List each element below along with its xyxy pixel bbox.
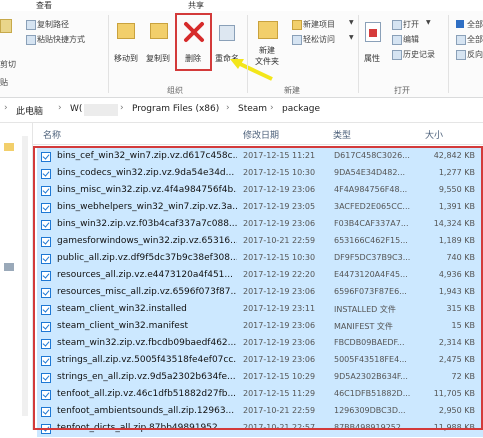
column-header: 名称 修改日期 类型 大小 xyxy=(33,124,483,145)
column-date-modified[interactable]: 修改日期 xyxy=(243,128,279,141)
drive-icon xyxy=(4,263,14,271)
easy-access-icon xyxy=(292,35,302,45)
move-to-button[interactable]: 移动到 xyxy=(108,53,144,64)
tab-view[interactable]: 查看 xyxy=(36,0,52,11)
copy-path-button[interactable]: 复制路径 xyxy=(37,19,69,30)
select-all-button[interactable]: 全部 xyxy=(467,19,483,30)
new-item-icon xyxy=(292,20,302,30)
redacted-area xyxy=(84,104,118,116)
copy-to-icon xyxy=(150,23,168,39)
cut-fragment-label[interactable]: 剪切 xyxy=(0,59,16,70)
open-button[interactable]: 打开 xyxy=(403,19,419,30)
column-type[interactable]: 类型 xyxy=(333,128,351,141)
copy-path-icon xyxy=(26,20,36,30)
select-all-icon xyxy=(456,20,464,28)
chevron-down-icon: ▼ xyxy=(349,19,354,26)
history-icon xyxy=(392,50,402,60)
copy-to-button[interactable]: 复制到 xyxy=(140,53,176,64)
column-name[interactable]: 名称 xyxy=(43,128,61,141)
invert-selection-button[interactable]: 反向 xyxy=(467,49,483,60)
column-size[interactable]: 大小 xyxy=(425,128,443,141)
delete-x-icon xyxy=(183,21,205,43)
paste-shortcut-icon xyxy=(26,35,36,45)
breadcrumb-steam[interactable]: Steam xyxy=(238,104,267,114)
tab-share[interactable]: 共享 xyxy=(188,0,204,11)
nav-scrollbar[interactable] xyxy=(22,136,28,416)
chevron-right-icon: › xyxy=(4,103,8,113)
breadcrumb-program-files[interactable]: Program Files (x86) xyxy=(132,104,219,114)
clipboard-icon xyxy=(0,19,12,33)
new-item-button[interactable]: 新建项目 xyxy=(303,19,335,30)
breadcrumb-drive[interactable]: W( xyxy=(70,104,82,114)
folder-icon xyxy=(4,143,14,151)
breadcrumb-package[interactable]: package xyxy=(282,104,320,114)
delete-button[interactable]: 删除 xyxy=(177,53,209,64)
breadcrumb-this-pc[interactable]: 此电脑 xyxy=(16,104,43,117)
select-none-icon xyxy=(456,35,466,45)
chevron-right-icon: › xyxy=(270,103,274,113)
easy-access-button[interactable]: 轻松访问 xyxy=(303,34,335,45)
move-to-icon xyxy=(117,23,135,39)
edit-button[interactable]: 编辑 xyxy=(403,34,419,45)
navigation-pane[interactable] xyxy=(0,123,33,430)
invert-selection-icon xyxy=(456,50,466,60)
properties-icon xyxy=(365,22,381,42)
rename-icon xyxy=(219,25,235,41)
address-bar[interactable]: › 此电脑 › W( › Program Files (x86) › Steam… xyxy=(0,98,483,123)
new-folder-button[interactable]: 新建 文件夹 xyxy=(249,45,285,67)
ribbon-separator xyxy=(448,15,449,93)
organize-group-label: 组织 xyxy=(167,86,183,95)
history-button[interactable]: 历史记录 xyxy=(403,49,435,60)
chevron-down-icon: ▼ xyxy=(349,34,354,41)
ribbon-separator xyxy=(358,15,359,93)
ribbon: 复制路径 粘贴快捷方式 剪切 贴 移动到 复制到 删除 重命名 组织 新建 文件… xyxy=(0,11,483,98)
chevron-down-icon: ▼ xyxy=(426,19,431,26)
paste-fragment-label[interactable]: 贴 xyxy=(0,77,8,88)
ribbon-tab-bar: 共享 查看 xyxy=(0,0,483,11)
properties-button[interactable]: 属性 xyxy=(360,53,384,64)
ribbon-separator xyxy=(247,15,248,93)
chevron-right-icon: › xyxy=(226,103,230,113)
paste-shortcut-button[interactable]: 粘贴快捷方式 xyxy=(37,34,85,45)
new-group-label: 新建 xyxy=(284,86,300,95)
edit-icon xyxy=(392,35,402,45)
select-none-button[interactable]: 全部 xyxy=(467,34,483,45)
open-group-label: 打开 xyxy=(394,86,410,95)
file-list-highlight-box xyxy=(33,146,483,430)
chevron-right-icon: › xyxy=(120,103,124,113)
chevron-right-icon: › xyxy=(58,103,62,113)
new-folder-icon xyxy=(258,21,278,39)
open-icon xyxy=(392,20,402,30)
